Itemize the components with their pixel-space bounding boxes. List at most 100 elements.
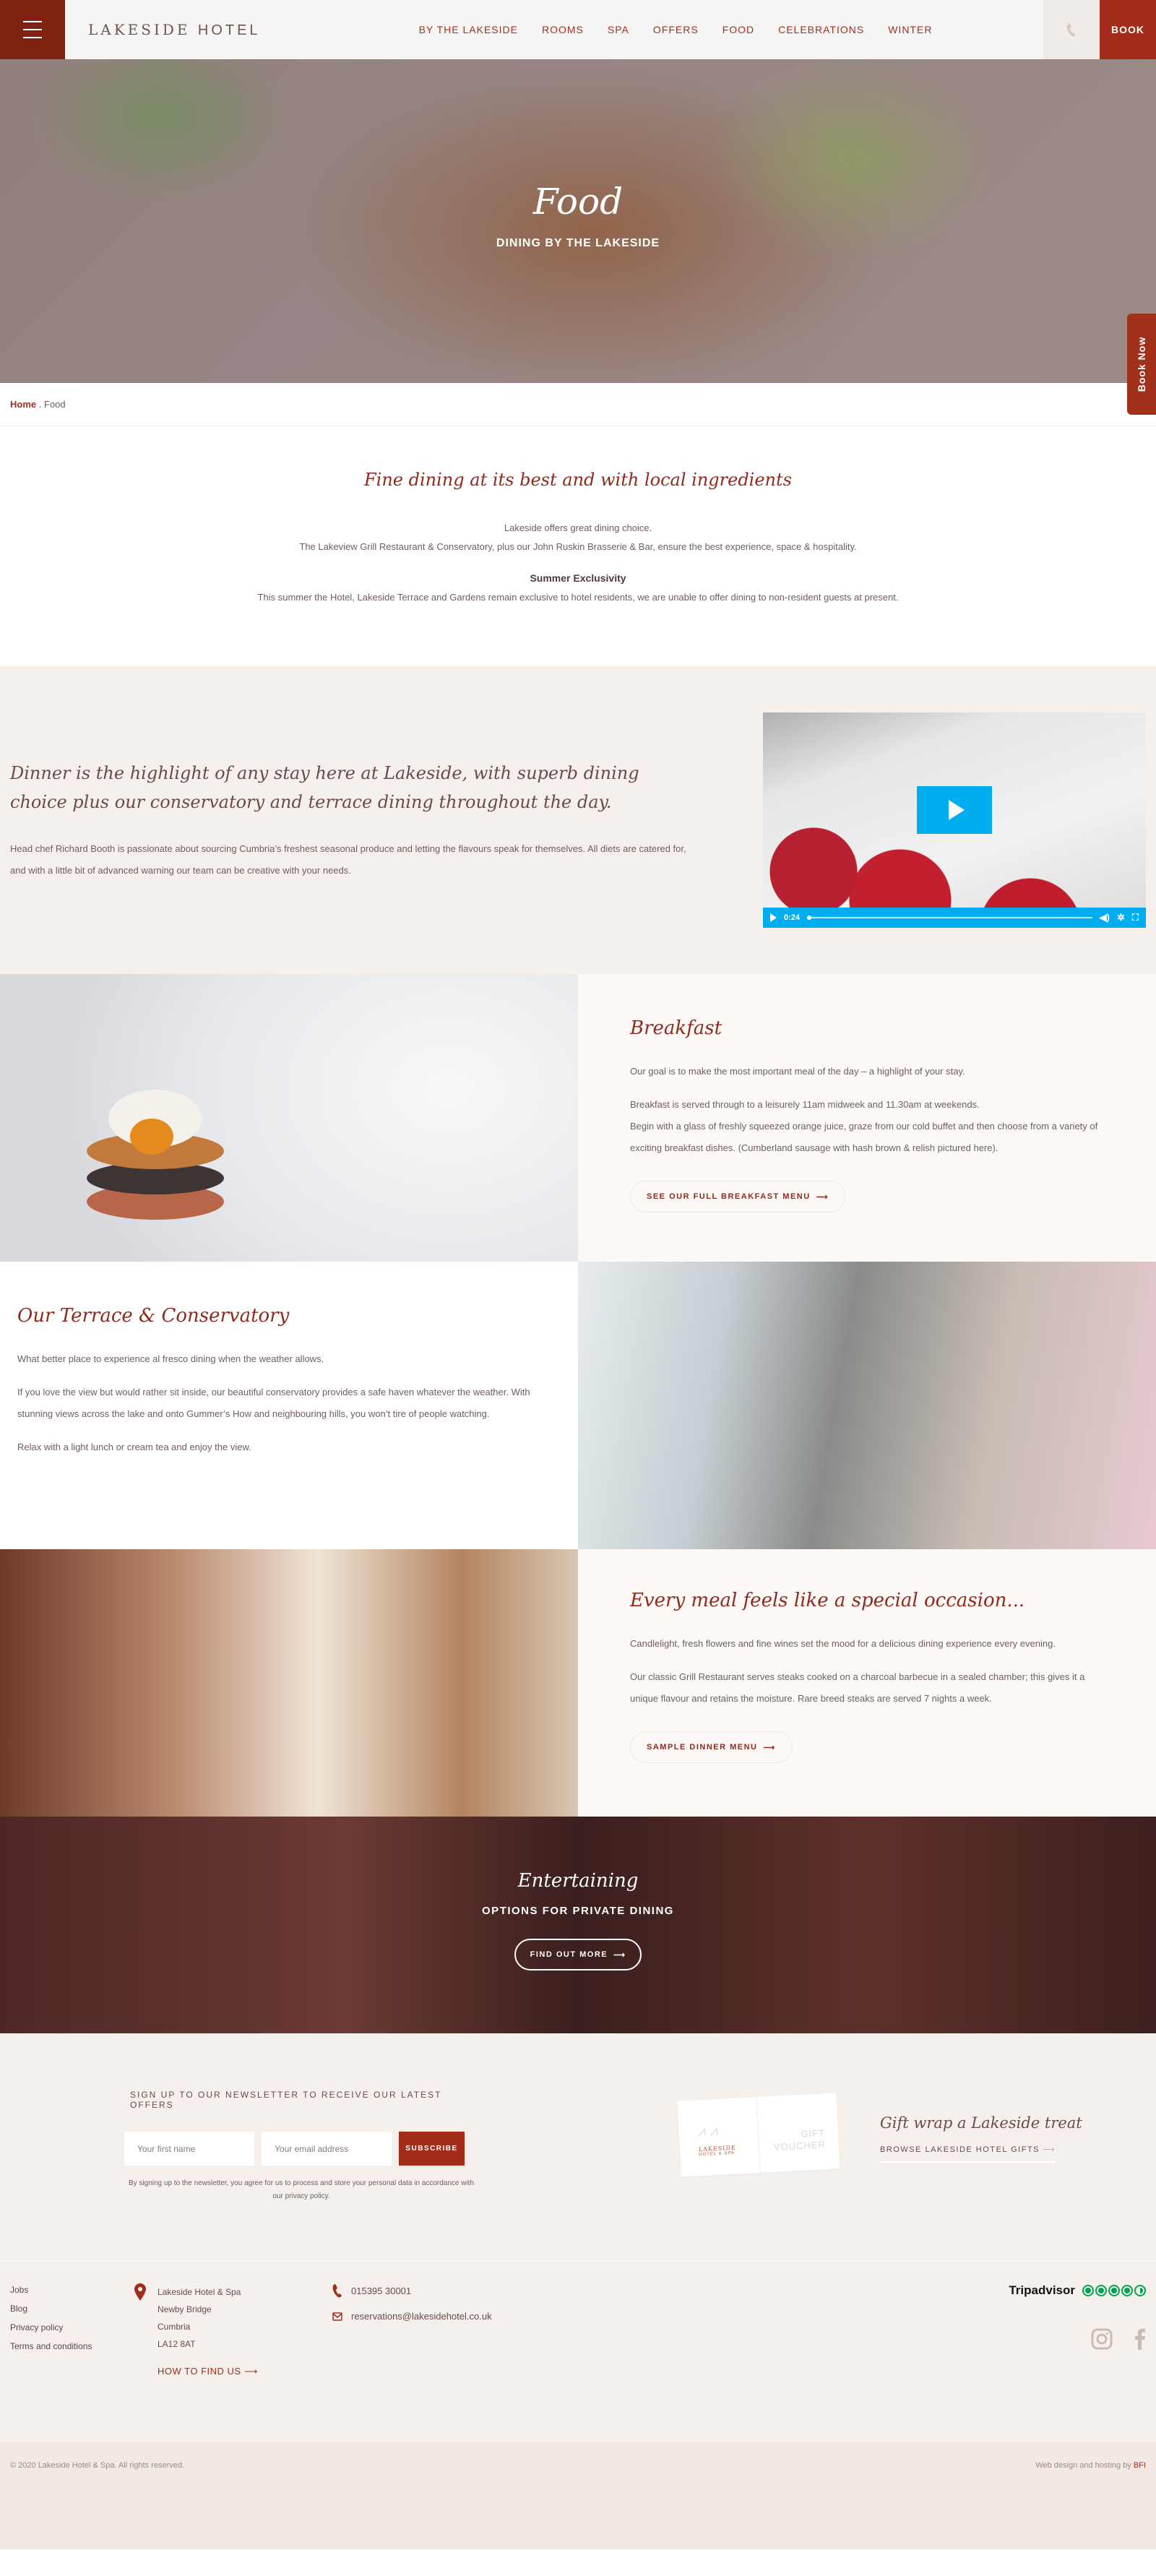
cta-label: SAMPLE DINNER MENU (647, 1743, 758, 1752)
occasion-section: Every meal feels like a special occasion… (0, 1549, 1156, 1817)
logo-secondary: HOTEL (197, 22, 261, 38)
book-button[interactable]: BOOK (1100, 0, 1156, 59)
social-links (1091, 2328, 1146, 2353)
nav-winter[interactable]: WINTER (888, 24, 932, 35)
footer-link-terms[interactable]: Terms and conditions (10, 2341, 92, 2351)
footer-contact: 015395 30001 reservations@lakesidehotel.… (332, 2283, 492, 2335)
breakfast-dish-illustration (87, 1075, 224, 1227)
intro-text: Lakeside offers great dining choice. (504, 522, 652, 533)
gift-heading: Gift wrap a Lakeside treat (880, 2114, 1082, 2132)
logo-main: LAKESIDE (88, 20, 191, 38)
dinner-menu-button[interactable]: SAMPLE DINNER MENU ⟶ (630, 1731, 793, 1763)
breakfast-heading: Breakfast (630, 1017, 722, 1039)
rating-bubble-full (1095, 2285, 1107, 2296)
progress-knob[interactable] (807, 916, 812, 920)
breadcrumb: Home . Food (0, 383, 1156, 426)
volume-icon[interactable]: ◀︎) (1100, 912, 1110, 923)
page-title: Food (532, 181, 624, 223)
instagram-icon[interactable] (1091, 2328, 1113, 2353)
tripadvisor-logo: Tripadvisor (1009, 2283, 1075, 2297)
conservatory-image (578, 1262, 1156, 1549)
email-link[interactable]: reservations@lakesidehotel.co.uk (332, 2311, 492, 2322)
phone-number: 015395 30001 (351, 2285, 412, 2296)
phone-button[interactable] (1043, 0, 1100, 59)
nav-celebrations[interactable]: CELEBRATIONS (778, 24, 864, 35)
terrace-section: Our Terrace & Conservatory What better p… (0, 1262, 1156, 1549)
phone-link[interactable]: 015395 30001 (332, 2283, 492, 2298)
email-input[interactable] (262, 2132, 392, 2166)
copyright-bar: © 2020 Lakeside Hotel & Spa. All rights … (0, 2442, 1156, 2549)
logo[interactable]: LAKESIDE HOTEL (88, 21, 261, 39)
nav-rooms[interactable]: ROOMS (542, 24, 584, 35)
occasion-text: Our classic Grill Restaurant serves stea… (630, 1671, 1085, 1704)
footer-address: Lakeside Hotel & Spa Newby Bridge Cumbri… (134, 2283, 258, 2380)
intro-subheading: Summer Exclusivity (530, 572, 626, 584)
entertaining-subtitle: OPTIONS FOR PRIVATE DINING (482, 1905, 674, 1917)
nav-spa[interactable]: SPA (608, 24, 629, 35)
settings-gear-icon[interactable]: ✲ (1117, 912, 1125, 923)
rating-bubbles (1082, 2285, 1146, 2296)
book-now-tab[interactable]: Book Now (1127, 314, 1156, 415)
rating-bubble-half (1134, 2285, 1146, 2296)
video-time: 0:24 (784, 913, 801, 922)
breakfast-section: Breakfast Our goal is to make the most i… (0, 974, 1156, 1262)
breakfast-menu-button[interactable]: SEE OUR FULL BREAKFAST MENU ⟶ (630, 1181, 845, 1212)
rating-bubble-full (1121, 2285, 1133, 2296)
first-name-input[interactable] (124, 2132, 254, 2166)
breadcrumb-separator: . (38, 399, 42, 410)
address-line: Newby Bridge (158, 2304, 212, 2314)
terrace-text: If you love the view but would rather si… (17, 1387, 530, 1419)
intro-heading: Fine dining at its best and with local i… (364, 470, 792, 490)
link-label: HOW TO FIND US (158, 2366, 241, 2377)
address-line: LA12 8AT (158, 2339, 196, 2349)
voucher-label: VOUCHER (773, 2139, 827, 2153)
voucher-label: GIFT (801, 2127, 826, 2140)
gift-voucher-image: ⩘ ⩘ LAKESIDE HOTEL & SPA GIFT VOUCHER (677, 2093, 840, 2177)
newsletter-legal: By signing up to the newsletter, you agr… (128, 2179, 475, 2200)
video-progress-bar[interactable] (807, 916, 1092, 920)
facebook-icon[interactable] (1134, 2328, 1146, 2353)
video-player[interactable]: 0:24 ◀︎) ✲ ⛶ (763, 712, 1146, 928)
menu-button[interactable] (0, 0, 65, 59)
address-line: Cumbria (158, 2322, 191, 2332)
tripadvisor-rating[interactable]: Tripadvisor (1009, 2283, 1146, 2298)
breakfast-text: Breakfast is served through to a leisure… (630, 1099, 980, 1110)
bfi-link[interactable]: BFI (1134, 2461, 1146, 2470)
hamburger-icon (23, 37, 42, 38)
entertaining-banner: Entertaining OPTIONS FOR PRIVATE DINING … (0, 1817, 1156, 2033)
browse-gifts-link[interactable]: BROWSE LAKESIDE HOTEL GIFTS ⟶ (880, 2145, 1056, 2163)
find-out-more-button[interactable]: FIND OUT MORE ⟶ (514, 1939, 642, 1970)
nav-food[interactable]: FOOD (722, 24, 754, 35)
how-to-find-us-link[interactable]: HOW TO FIND US ⟶ (158, 2363, 258, 2380)
breadcrumb-home[interactable]: Home (10, 399, 36, 410)
hamburger-icon (23, 29, 42, 30)
breakfast-text: Our goal is to make the most important m… (630, 1066, 965, 1077)
arrow-right-icon: ⟶ (763, 1743, 776, 1752)
breakfast-text: Begin with a glass of freshly squeezed o… (630, 1121, 1098, 1153)
footer-link-jobs[interactable]: Jobs (10, 2285, 92, 2295)
arrow-right-icon: ⟶ (613, 1950, 626, 1960)
arrow-right-icon: ⟶ (243, 2366, 258, 2377)
phone-icon (332, 2284, 342, 2298)
book-now-label: Book Now (1136, 336, 1148, 392)
nav-by-the-lakeside[interactable]: BY THE LAKESIDE (419, 24, 518, 35)
footer-link-privacy[interactable]: Privacy policy (10, 2322, 92, 2332)
gift-promo: Gift wrap a Lakeside treat BROWSE LAKESI… (880, 2114, 1082, 2163)
play-button[interactable] (917, 786, 992, 834)
link-label: BROWSE LAKESIDE HOTEL GIFTS (880, 2145, 1040, 2154)
footer-link-blog[interactable]: Blog (10, 2304, 92, 2314)
dining-table-image (0, 1549, 578, 1817)
cta-label: FIND OUT MORE (530, 1950, 608, 1959)
nav-offers[interactable]: OFFERS (653, 24, 699, 35)
subscribe-button[interactable]: SUBSCRIBE (399, 2132, 465, 2166)
breakfast-image (0, 974, 578, 1262)
play-icon[interactable] (770, 913, 777, 922)
phone-icon (1066, 23, 1076, 37)
intro-text: This summer the Hotel, Lakeside Terrace … (257, 592, 899, 603)
arrow-right-icon: ⟶ (816, 1192, 829, 1202)
terrace-text: What better place to experience al fresc… (17, 1353, 324, 1364)
credit-text: Web design and hosting by BFI (1035, 2461, 1146, 2549)
fullscreen-icon[interactable]: ⛶ (1132, 912, 1139, 923)
credit-label: Web design and hosting by (1035, 2461, 1131, 2470)
intro-text: The Lakeview Grill Restaurant & Conserva… (299, 541, 857, 552)
